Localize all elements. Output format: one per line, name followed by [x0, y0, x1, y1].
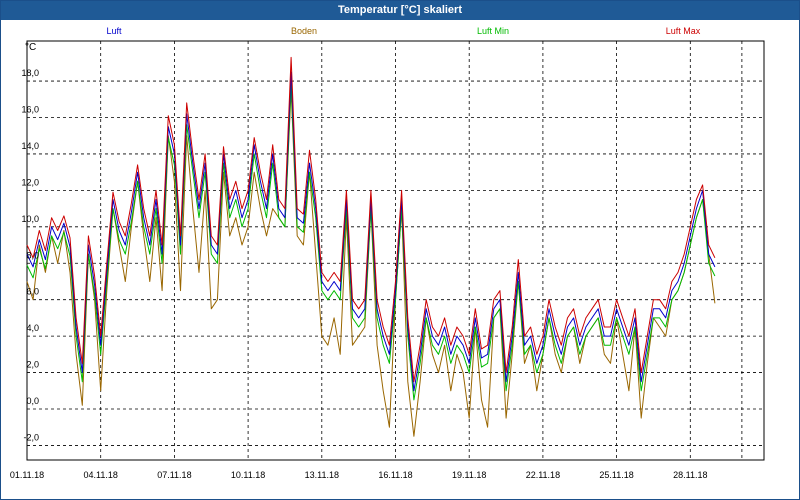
- x-tick-label: 04.11.18: [84, 470, 118, 480]
- x-tick-label: 10.11.18: [231, 470, 265, 480]
- y-axis-unit-label: °C: [25, 42, 36, 53]
- x-tick-label: 25.11.18: [599, 470, 633, 480]
- x-tick-label: 16.11.18: [378, 470, 412, 480]
- y-tick-label: 16,0: [21, 105, 39, 115]
- x-tick-label: 01.11.18: [10, 470, 44, 480]
- y-tick-label: 6,0: [26, 287, 39, 297]
- legend-item-luft: Luft: [106, 26, 122, 36]
- legend-item-boden: Boden: [291, 26, 317, 36]
- y-tick-label: 14,0: [21, 141, 39, 151]
- x-tick-label: 28.11.18: [673, 470, 707, 480]
- y-tick-label: 18,0: [21, 68, 39, 78]
- y-tick-label: 0,0: [26, 396, 39, 406]
- x-tick-label: 07.11.18: [157, 470, 191, 480]
- x-tick-label: 22.11.18: [526, 470, 560, 480]
- legend-item-luft-max: Luft Max: [666, 26, 701, 36]
- y-tick-label: -2,0: [23, 432, 39, 442]
- legend-item-luft-min: Luft Min: [477, 26, 509, 36]
- y-tick-label: 2,0: [26, 360, 39, 370]
- x-tick-label: 19.11.18: [452, 470, 486, 480]
- legend: Luft Boden Luft Min Luft Max: [106, 26, 700, 36]
- y-tick-label: 4,0: [26, 323, 39, 333]
- temperature-chart: -2,00,02,04,06,08,010,012,014,016,018,0 …: [10, 26, 765, 480]
- chart-window: Temperatur [°C] skaliert -2,0 0,0 2,0 4,0 6,…: [0, 0, 800, 500]
- x-tick-label: 13.11.18: [305, 470, 339, 480]
- y-tick-label: 12,0: [21, 177, 39, 187]
- window-title: Temperatur [°C] skaliert: [1, 1, 799, 20]
- x-axis-ticks: 01.11.18 04.11.18 07.11.18 10.11.18 13.11.18…: [10, 470, 708, 480]
- y-tick-label: 10,0: [21, 214, 39, 224]
- y-tick-label: 8,0: [26, 250, 39, 260]
